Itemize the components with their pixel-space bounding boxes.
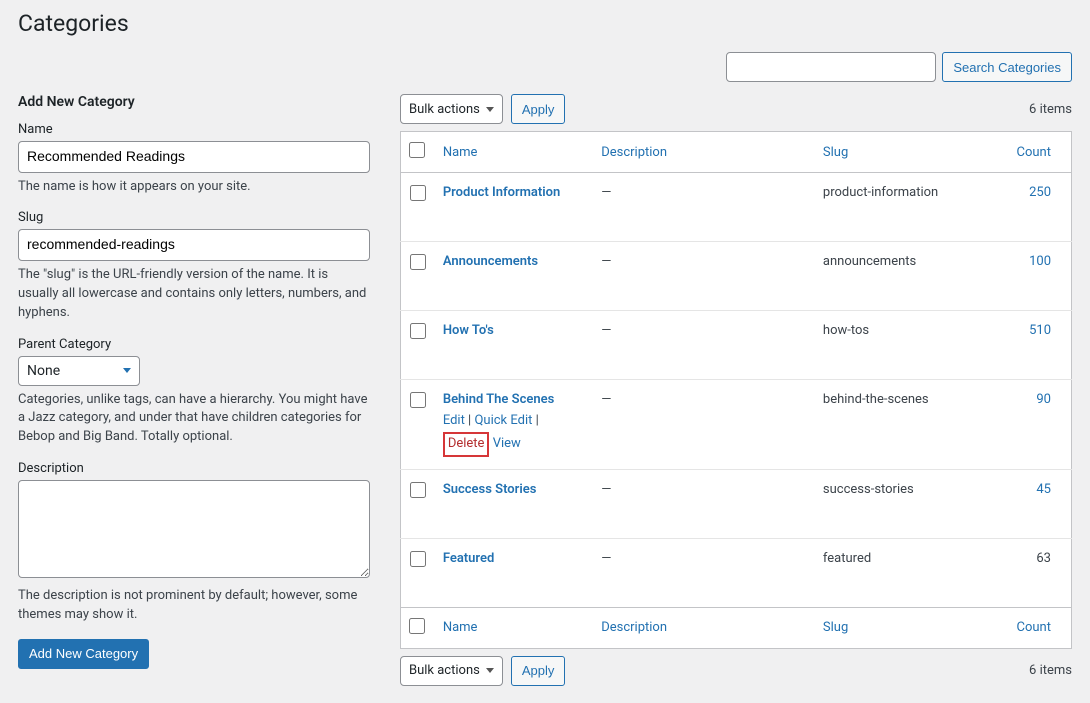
slug-help: The "slug" is the URL-friendly version o… [18,266,370,323]
category-name-link[interactable]: Featured [443,551,495,566]
table-row: Announcements —announcements 100 [401,242,1072,311]
parent-category-help: Categories, unlike tags, can have a hier… [18,391,370,448]
delete-action[interactable]: Delete [443,432,490,457]
chevron-down-icon [486,668,494,673]
column-slug-header[interactable]: Slug [823,145,848,160]
bulk-actions-select-bottom[interactable]: Bulk actions [400,656,503,686]
form-heading: Add New Category [18,94,370,110]
chevron-down-icon [123,368,131,373]
add-category-form: Add New Category Name The name is how it… [18,94,370,669]
select-all-top-checkbox[interactable] [409,142,425,158]
apply-button-bottom[interactable]: Apply [511,656,566,686]
category-slug: featured [815,538,1005,607]
bulk-actions-label: Bulk actions [409,663,480,678]
table-row: Success Stories —success-stories 45 [401,469,1072,538]
table-row: How To's —how-tos 510 [401,311,1072,380]
row-checkbox[interactable] [410,185,426,201]
tablenav-bottom: Bulk actions Apply 6 items [400,656,1072,686]
category-slug: announcements [815,242,1005,311]
column-name-header[interactable]: Name [443,145,478,160]
category-description: — [593,242,815,311]
category-name-link[interactable]: How To's [443,323,494,338]
category-slug: how-tos [815,311,1005,380]
description-textarea[interactable] [18,480,370,578]
quick-edit-action[interactable]: Quick Edit [474,413,532,428]
row-checkbox[interactable] [410,482,426,498]
table-row: Featured —featured 63 [401,538,1072,607]
categories-table: Name Description Slug Count Product Info… [400,131,1072,649]
page-title: Categories [18,10,1072,37]
search-categories-button[interactable]: Search Categories [942,52,1072,82]
category-slug: product-information [815,173,1005,242]
categories-list: Bulk actions Apply 6 items Name Descript… [400,94,1072,693]
category-count-link[interactable]: 100 [1029,254,1051,269]
row-checkbox[interactable] [410,254,426,270]
category-name-link[interactable]: Announcements [443,254,538,269]
category-description: — [593,538,815,607]
name-label: Name [18,122,370,137]
item-count-top: 6 items [1029,102,1072,117]
name-help: The name is how it appears on your site. [18,178,370,197]
description-help: The description is not prominent by defa… [18,587,370,625]
table-row: Product Information —product-information 2… [401,173,1072,242]
parent-category-value: None [27,363,60,379]
slug-label: Slug [18,210,370,225]
parent-category-label: Parent Category [18,337,370,352]
parent-category-select[interactable]: None [18,356,140,386]
table-row: Behind The Scenes Edit | Quick Edit | Del… [401,380,1072,470]
bulk-actions-select-top[interactable]: Bulk actions [400,94,503,124]
row-checkbox[interactable] [410,323,426,339]
row-actions: Edit | Quick Edit | Delete View [443,411,585,457]
category-description: — [593,311,815,380]
category-description: — [593,380,815,470]
category-description: — [593,469,815,538]
tablenav-top: Bulk actions Apply 6 items [400,94,1072,124]
apply-button-top[interactable]: Apply [511,94,566,124]
description-label: Description [18,461,370,476]
column-slug-footer[interactable]: Slug [823,620,848,635]
search-input[interactable] [726,52,936,82]
bulk-actions-label: Bulk actions [409,102,480,117]
add-new-category-button[interactable]: Add New Category [18,639,149,669]
category-slug: success-stories [815,469,1005,538]
category-count: 63 [1036,551,1051,566]
view-action[interactable]: View [493,436,521,451]
category-name-link[interactable]: Behind The Scenes [443,392,555,407]
column-description-header[interactable]: Description [601,145,667,160]
chevron-down-icon [486,107,494,112]
name-input[interactable] [18,141,370,173]
edit-action[interactable]: Edit [443,413,465,428]
category-count-link[interactable]: 45 [1036,482,1051,497]
column-count-footer[interactable]: Count [1017,620,1051,635]
slug-input[interactable] [18,229,370,261]
category-name-link[interactable]: Product Information [443,185,560,200]
select-all-bottom-checkbox[interactable] [409,618,425,634]
column-name-footer[interactable]: Name [443,620,478,635]
row-checkbox[interactable] [410,551,426,567]
category-name-link[interactable]: Success Stories [443,482,537,497]
column-count-header[interactable]: Count [1017,145,1051,160]
category-count-link[interactable]: 90 [1036,392,1051,407]
category-count-link[interactable]: 250 [1029,185,1051,200]
search-form: Search Categories [18,52,1072,82]
item-count-bottom: 6 items [1029,663,1072,678]
column-description-footer[interactable]: Description [601,620,667,635]
category-count-link[interactable]: 510 [1029,323,1051,338]
row-checkbox[interactable] [410,392,426,408]
category-slug: behind-the-scenes [815,380,1005,470]
category-description: — [593,173,815,242]
